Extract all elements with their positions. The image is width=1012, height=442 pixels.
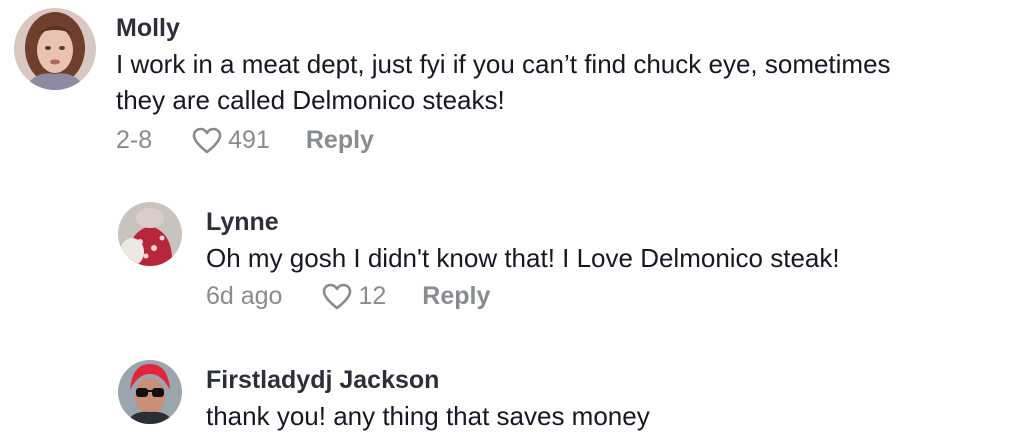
comment-text: I work in a meat dept, just fyi if you c… [116, 46, 891, 118]
comment-lynne: Lynne Oh my gosh I didn't know that! I L… [118, 200, 840, 311]
comment-meta: 2-8 491 Reply [116, 126, 891, 155]
comment-text: thank you! any thing that saves money [206, 401, 650, 431]
avatar[interactable] [118, 360, 182, 424]
like-count: 12 [358, 282, 387, 310]
like-button[interactable]: 491 [192, 126, 270, 155]
comment-text: Oh my gosh I didn't know that! I Love De… [206, 243, 840, 273]
comment-username[interactable]: Lynne [206, 208, 840, 236]
heart-icon [323, 283, 352, 309]
comment-molly: Molly I work in a meat dept, just fyi if… [14, 8, 891, 155]
comment-text-line: they are called Delmonico steaks! [116, 85, 505, 115]
comment-date: 6d ago [206, 282, 283, 310]
comment-text-line: I work in a meat dept, just fyi if you c… [116, 49, 891, 79]
reply-button[interactable]: Reply [422, 282, 490, 311]
avatar[interactable] [118, 202, 182, 266]
comment-username[interactable]: Firstladydj Jackson [206, 366, 650, 394]
heart-icon [192, 127, 222, 153]
avatar[interactable] [14, 8, 96, 90]
comment-date: 2-8 [116, 126, 153, 154]
comment-meta: 6d ago 12 Reply [206, 282, 840, 311]
like-count: 491 [228, 126, 270, 154]
comment-firstladydj-jackson: Firstladydj Jackson thank you! any thing… [118, 360, 650, 434]
comment-username[interactable]: Molly [116, 14, 891, 42]
like-button[interactable]: 12 [322, 282, 386, 311]
reply-button[interactable]: Reply [306, 126, 374, 155]
